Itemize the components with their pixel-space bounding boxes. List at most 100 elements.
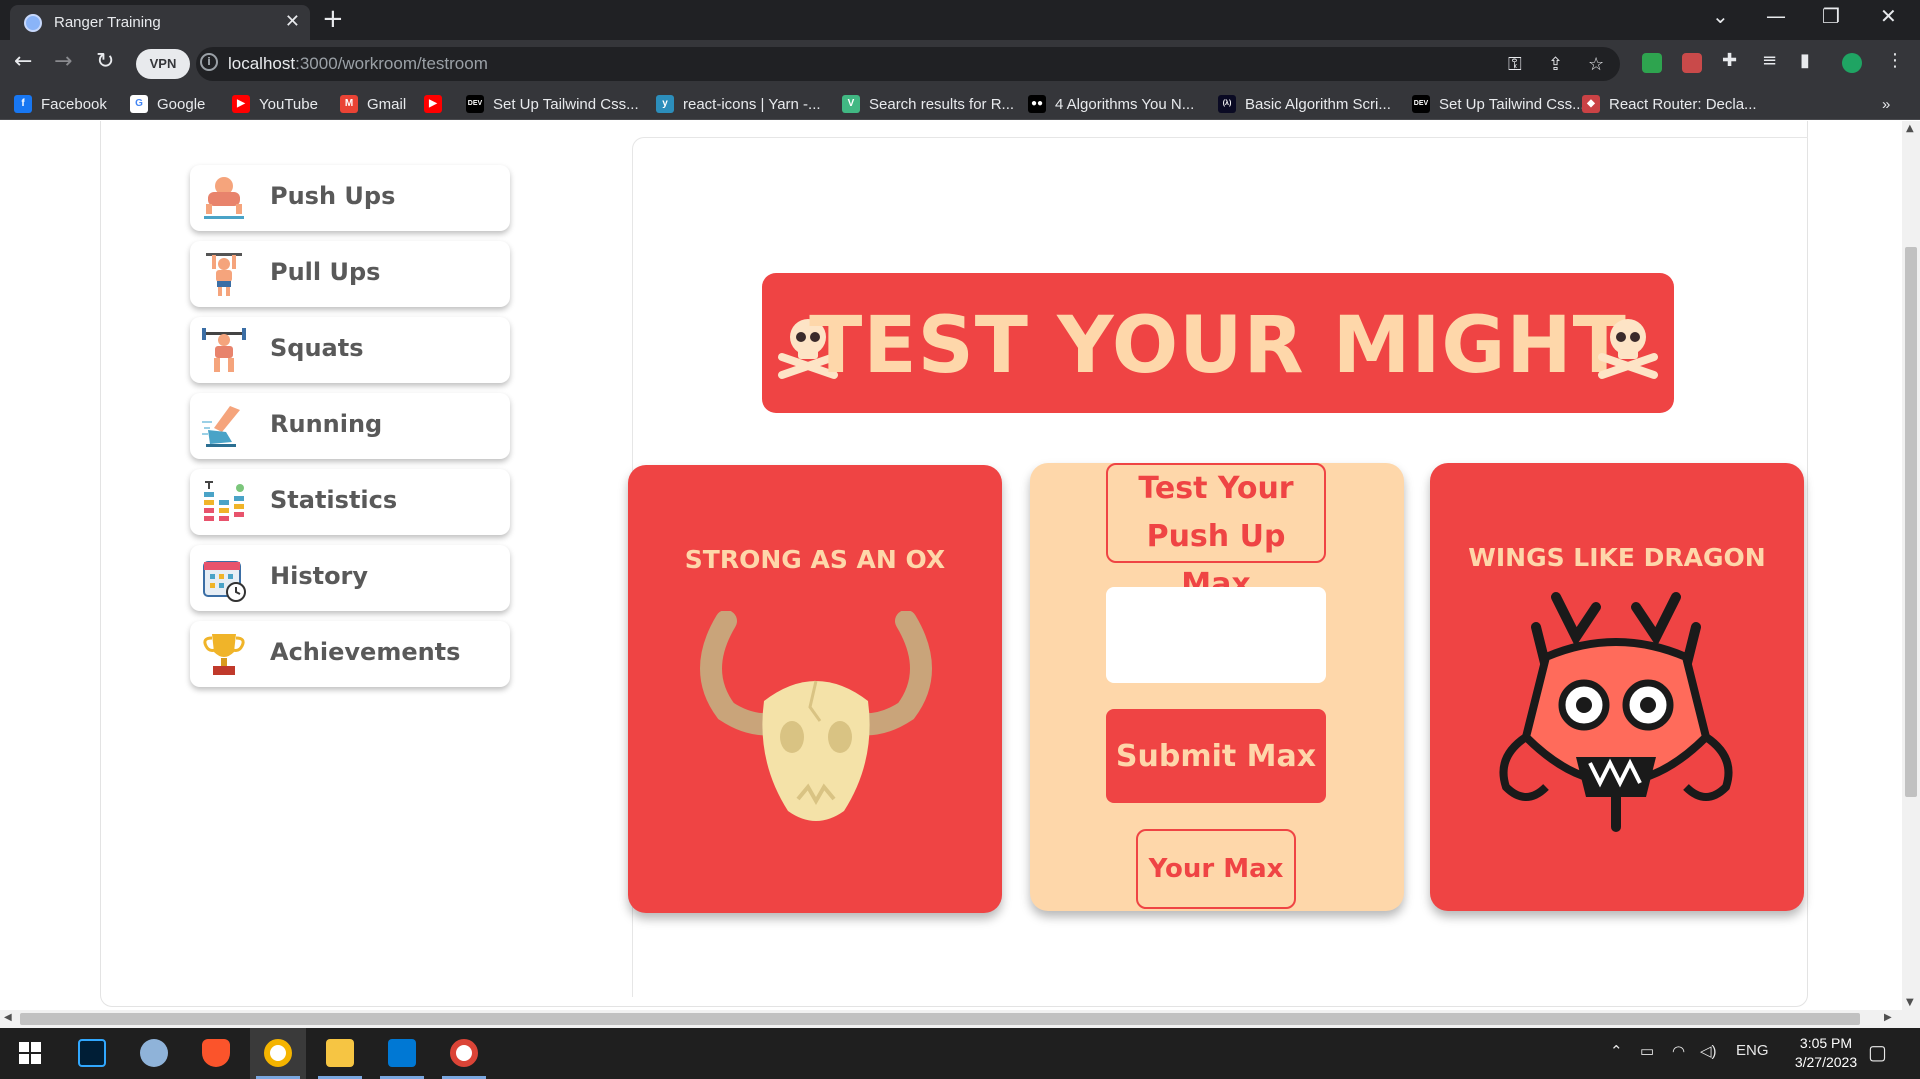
- vertical-scrollbar[interactable]: ▲ ▼: [1902, 121, 1920, 1010]
- brave-logo: [202, 1039, 230, 1067]
- file-explorer-icon[interactable]: [312, 1028, 368, 1079]
- site-info-icon[interactable]: i: [200, 53, 218, 71]
- bookmark-item[interactable]: M Gmail: [340, 93, 406, 115]
- reading-list-icon[interactable]: ≡: [1762, 50, 1777, 71]
- sidebar-item-label: Push Ups: [270, 182, 396, 210]
- form-title: Test Your Push Up Max: [1106, 463, 1326, 602]
- bookmark-label: Gmail: [367, 95, 407, 113]
- sidebar-item-achievements[interactable]: Achievements: [190, 621, 510, 687]
- scroll-down-arrow-icon[interactable]: ▼: [1906, 997, 1914, 1008]
- bookmark-label: Facebook: [41, 95, 107, 113]
- scroll-up-arrow-icon[interactable]: ▲: [1906, 123, 1914, 134]
- tab-title: Ranger Training: [54, 14, 161, 31]
- dev-icon: DEV: [1412, 95, 1430, 113]
- sidebar-item-history[interactable]: History: [190, 545, 510, 611]
- youtube-icon: ▶: [424, 95, 442, 113]
- submit-max-button[interactable]: Submit Max: [1106, 709, 1326, 803]
- extensions-puzzle-icon[interactable]: ✚: [1722, 50, 1737, 71]
- bookmark-star-icon[interactable]: ☆: [1588, 54, 1604, 75]
- language-indicator[interactable]: ENG: [1736, 1042, 1769, 1059]
- url-text[interactable]: localhost:3000/workroom/testroom: [228, 54, 488, 74]
- menu-kebab-icon[interactable]: ⋮: [1886, 50, 1904, 71]
- form-title-line1: Test Your: [1138, 471, 1294, 506]
- restore-button[interactable]: ❐: [1822, 4, 1840, 28]
- bookmark-item[interactable]: G Google: [130, 93, 205, 115]
- battery-icon[interactable]: ▭: [1640, 1042, 1654, 1060]
- feather-logo: [140, 1039, 168, 1067]
- url-host: localhost: [228, 54, 296, 73]
- sidebar-item-squats[interactable]: Squats: [190, 317, 510, 383]
- feather-icon[interactable]: [126, 1028, 182, 1079]
- minimize-button[interactable]: —: [1766, 4, 1786, 28]
- forward-arrow-icon[interactable]: →: [54, 49, 72, 74]
- gmail-icon: M: [340, 95, 358, 113]
- page-viewport: Push Ups Pull Ups Squats Running Statist…: [0, 121, 1902, 1010]
- browser-tab[interactable]: Ranger Training ✕: [10, 5, 310, 40]
- bookmark-item[interactable]: ●● 4 Algorithms You N...: [1028, 93, 1194, 115]
- tab-search-icon[interactable]: ⌄: [1712, 4, 1729, 28]
- reload-icon[interactable]: ↻: [96, 49, 114, 74]
- brave-icon[interactable]: [188, 1028, 244, 1079]
- clock[interactable]: 3:05 PM 3/27/2023: [1776, 1034, 1876, 1072]
- share-icon[interactable]: ⇪: [1548, 54, 1563, 75]
- sidebar-item-running[interactable]: Running: [190, 393, 510, 459]
- new-tab-button[interactable]: +: [322, 4, 344, 34]
- key-icon[interactable]: ⚿: [1508, 54, 1522, 75]
- bookmark-item[interactable]: DEV Set Up Tailwind Css...: [1412, 93, 1585, 115]
- vscode-logo: [388, 1039, 416, 1067]
- bookmark-item[interactable]: ▶: [424, 93, 451, 115]
- url-field[interactable]: i localhost:3000/workroom/testroom ⚿ ⇪ ☆: [196, 47, 1620, 81]
- skull-crossbones-icon: [1598, 319, 1658, 379]
- notifications-icon[interactable]: ▢: [1868, 1040, 1887, 1065]
- achievements-icon: [203, 634, 245, 675]
- bookmark-item[interactable]: ◆ React Router: Decla...: [1582, 93, 1757, 115]
- address-bar-row: ← → ↻ VPN i localhost:3000/workroom/test…: [0, 40, 1920, 88]
- windows-start-icon[interactable]: [2, 1028, 58, 1079]
- shield-check-icon[interactable]: [1842, 53, 1862, 73]
- extension-icon[interactable]: [1682, 53, 1702, 73]
- bookmark-item[interactable]: DEV Set Up Tailwind Css...: [466, 93, 639, 115]
- side-panel-icon[interactable]: ▮: [1800, 50, 1810, 71]
- horizontal-scroll-thumb[interactable]: [20, 1013, 1860, 1025]
- history-icon: [203, 561, 246, 602]
- scroll-right-arrow-icon[interactable]: ▶: [1884, 1012, 1892, 1023]
- bookmark-item[interactable]: V Search results for R...: [842, 93, 1014, 115]
- photoshop-icon[interactable]: [64, 1028, 120, 1079]
- chrome-canary-icon[interactable]: [436, 1028, 492, 1079]
- wifi-icon[interactable]: ◠: [1672, 1042, 1685, 1060]
- horizontal-scrollbar[interactable]: ◀ ▶: [0, 1010, 1920, 1028]
- globe-icon: [24, 14, 42, 32]
- bookmarks-bar: f Facebook G Google ▶ YouTube M Gmail ▶ DEV Set Up…: [0, 88, 1920, 120]
- vertical-scroll-thumb[interactable]: [1905, 247, 1917, 797]
- bookmark-item[interactable]: y react-icons | Yarn -...: [656, 93, 821, 115]
- vpn-extension-icon[interactable]: [1642, 53, 1662, 73]
- tab-close-icon[interactable]: ✕: [285, 11, 300, 32]
- card-title: WINGS LIKE DRAGON: [1468, 543, 1766, 572]
- sidebar-item-label: Pull Ups: [270, 258, 381, 286]
- your-max-button[interactable]: Your Max: [1136, 829, 1296, 909]
- sidebar-item-pull-ups[interactable]: Pull Ups: [190, 241, 510, 307]
- vscode-icon[interactable]: [374, 1028, 430, 1079]
- chrome-icon[interactable]: [250, 1028, 306, 1079]
- push-up-max-input[interactable]: [1106, 587, 1326, 683]
- tray-chevron-icon[interactable]: ⌃: [1610, 1042, 1623, 1060]
- clock-date: 3/27/2023: [1794, 1054, 1858, 1070]
- sidebar-item-statistics[interactable]: Statistics: [190, 469, 510, 535]
- card-title: STRONG AS AN OX: [684, 545, 946, 574]
- bookmark-item[interactable]: ▶ YouTube: [232, 93, 318, 115]
- bookmark-item[interactable]: (λ) Basic Algorithm Scri...: [1218, 93, 1391, 115]
- freecodecamp-icon: (λ): [1218, 95, 1236, 113]
- bookmark-label: React Router: Decla...: [1609, 95, 1757, 113]
- vpn-badge[interactable]: VPN: [136, 49, 190, 79]
- scroll-left-arrow-icon[interactable]: ◀: [4, 1012, 12, 1023]
- bookmarks-overflow-icon[interactable]: »: [1882, 93, 1890, 115]
- strong-as-an-ox-card[interactable]: STRONG AS AN OX: [628, 465, 1002, 913]
- sidebar-item-push-ups[interactable]: Push Ups: [190, 165, 510, 231]
- test-your-might-banner: TEST YOUR MIGHT: [762, 273, 1674, 413]
- volume-icon[interactable]: ◁): [1700, 1042, 1717, 1060]
- close-window-button[interactable]: ✕: [1880, 4, 1897, 28]
- yarn-icon: y: [656, 95, 674, 113]
- wings-like-dragon-card[interactable]: WINGS LIKE DRAGON: [1430, 463, 1804, 911]
- bookmark-item[interactable]: f Facebook: [14, 93, 107, 115]
- back-arrow-icon[interactable]: ←: [14, 49, 32, 74]
